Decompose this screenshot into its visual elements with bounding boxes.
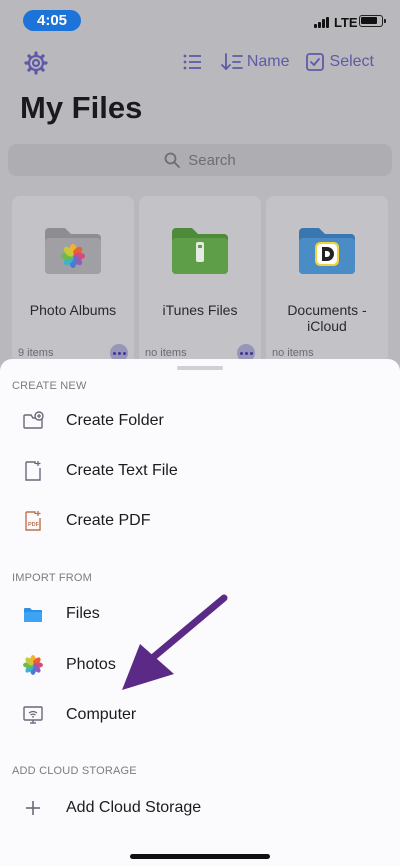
- folder-grid: Photo Albums 9 items iTunes Files no ite…: [12, 196, 388, 376]
- list-view-icon[interactable]: [183, 54, 201, 70]
- itunes-folder-icon: [172, 228, 228, 274]
- card-label: Photo Albums: [29, 302, 117, 318]
- item-count: no items: [145, 347, 187, 359]
- search-placeholder: Search: [188, 151, 236, 169]
- section-header-import: IMPORT FROM: [12, 572, 93, 584]
- select-label: Select: [329, 53, 374, 70]
- search-icon: [164, 152, 181, 168]
- cellular-signal-icon: [314, 17, 330, 28]
- card-label: iTunes Files: [162, 302, 238, 318]
- new-text-file-icon: [25, 461, 41, 481]
- create-pdf-label: Create PDF: [66, 512, 151, 529]
- photos-folder-icon: [45, 228, 101, 274]
- home-indicator[interactable]: [130, 854, 270, 859]
- toolbar: Name Select: [183, 53, 374, 71]
- computer-wifi-icon: [23, 706, 43, 724]
- plus-icon: [26, 801, 40, 815]
- section-header-create: CREATE NEW: [12, 380, 87, 392]
- files-folder-icon: [24, 608, 42, 622]
- documents-folder-icon: [299, 228, 355, 274]
- add-cloud-storage-label: Add Cloud Storage: [66, 799, 202, 816]
- create-text-file-label: Create Text File: [66, 462, 178, 479]
- new-pdf-icon: PDF: [25, 511, 41, 531]
- annotation-arrow-icon: [122, 594, 228, 690]
- add-cloud-storage-row[interactable]: Add Cloud Storage: [0, 786, 400, 830]
- sort-label: Name: [246, 53, 290, 70]
- card-label-line2: iCloud: [307, 318, 347, 334]
- gear-icon[interactable]: [24, 51, 48, 75]
- item-count: 9 items: [18, 347, 54, 359]
- card-itunes-files[interactable]: iTunes Files no items: [139, 196, 261, 376]
- create-text-file-row[interactable]: Create Text File: [0, 449, 400, 493]
- sheet-grabber[interactable]: [177, 366, 223, 370]
- create-folder-row[interactable]: Create Folder: [0, 399, 400, 443]
- card-documents-icloud[interactable]: Documents - iCloud no items: [266, 196, 388, 376]
- svg-text:PDF: PDF: [28, 522, 40, 528]
- files-label: Files: [66, 605, 100, 622]
- section-header-cloud: ADD CLOUD STORAGE: [12, 765, 137, 777]
- photos-label: Photos: [66, 656, 116, 673]
- select-button[interactable]: Select: [305, 53, 374, 71]
- battery-icon: [359, 15, 386, 27]
- sort-by-name-button[interactable]: Name: [220, 53, 306, 71]
- network-type: LTE: [334, 15, 358, 30]
- import-computer-row[interactable]: Computer: [0, 693, 400, 737]
- card-label-line1: Documents -: [287, 302, 367, 318]
- sort-icon: [220, 53, 243, 71]
- card-label: Documents - iCloud: [266, 302, 388, 334]
- create-folder-label: Create Folder: [66, 412, 164, 429]
- photos-icon: [23, 655, 43, 675]
- new-folder-icon: [23, 411, 44, 429]
- search-field[interactable]: Search: [8, 144, 392, 176]
- status-bar: 4:05 LTE: [0, 0, 400, 44]
- card-photo-albums[interactable]: Photo Albums 9 items: [12, 196, 134, 376]
- checkbox-icon: [305, 53, 324, 71]
- status-time: 4:05: [23, 10, 81, 31]
- create-pdf-row[interactable]: PDF Create PDF: [0, 499, 400, 543]
- item-count: no items: [272, 347, 314, 359]
- page-title: My Files: [20, 90, 143, 125]
- computer-label: Computer: [66, 706, 137, 723]
